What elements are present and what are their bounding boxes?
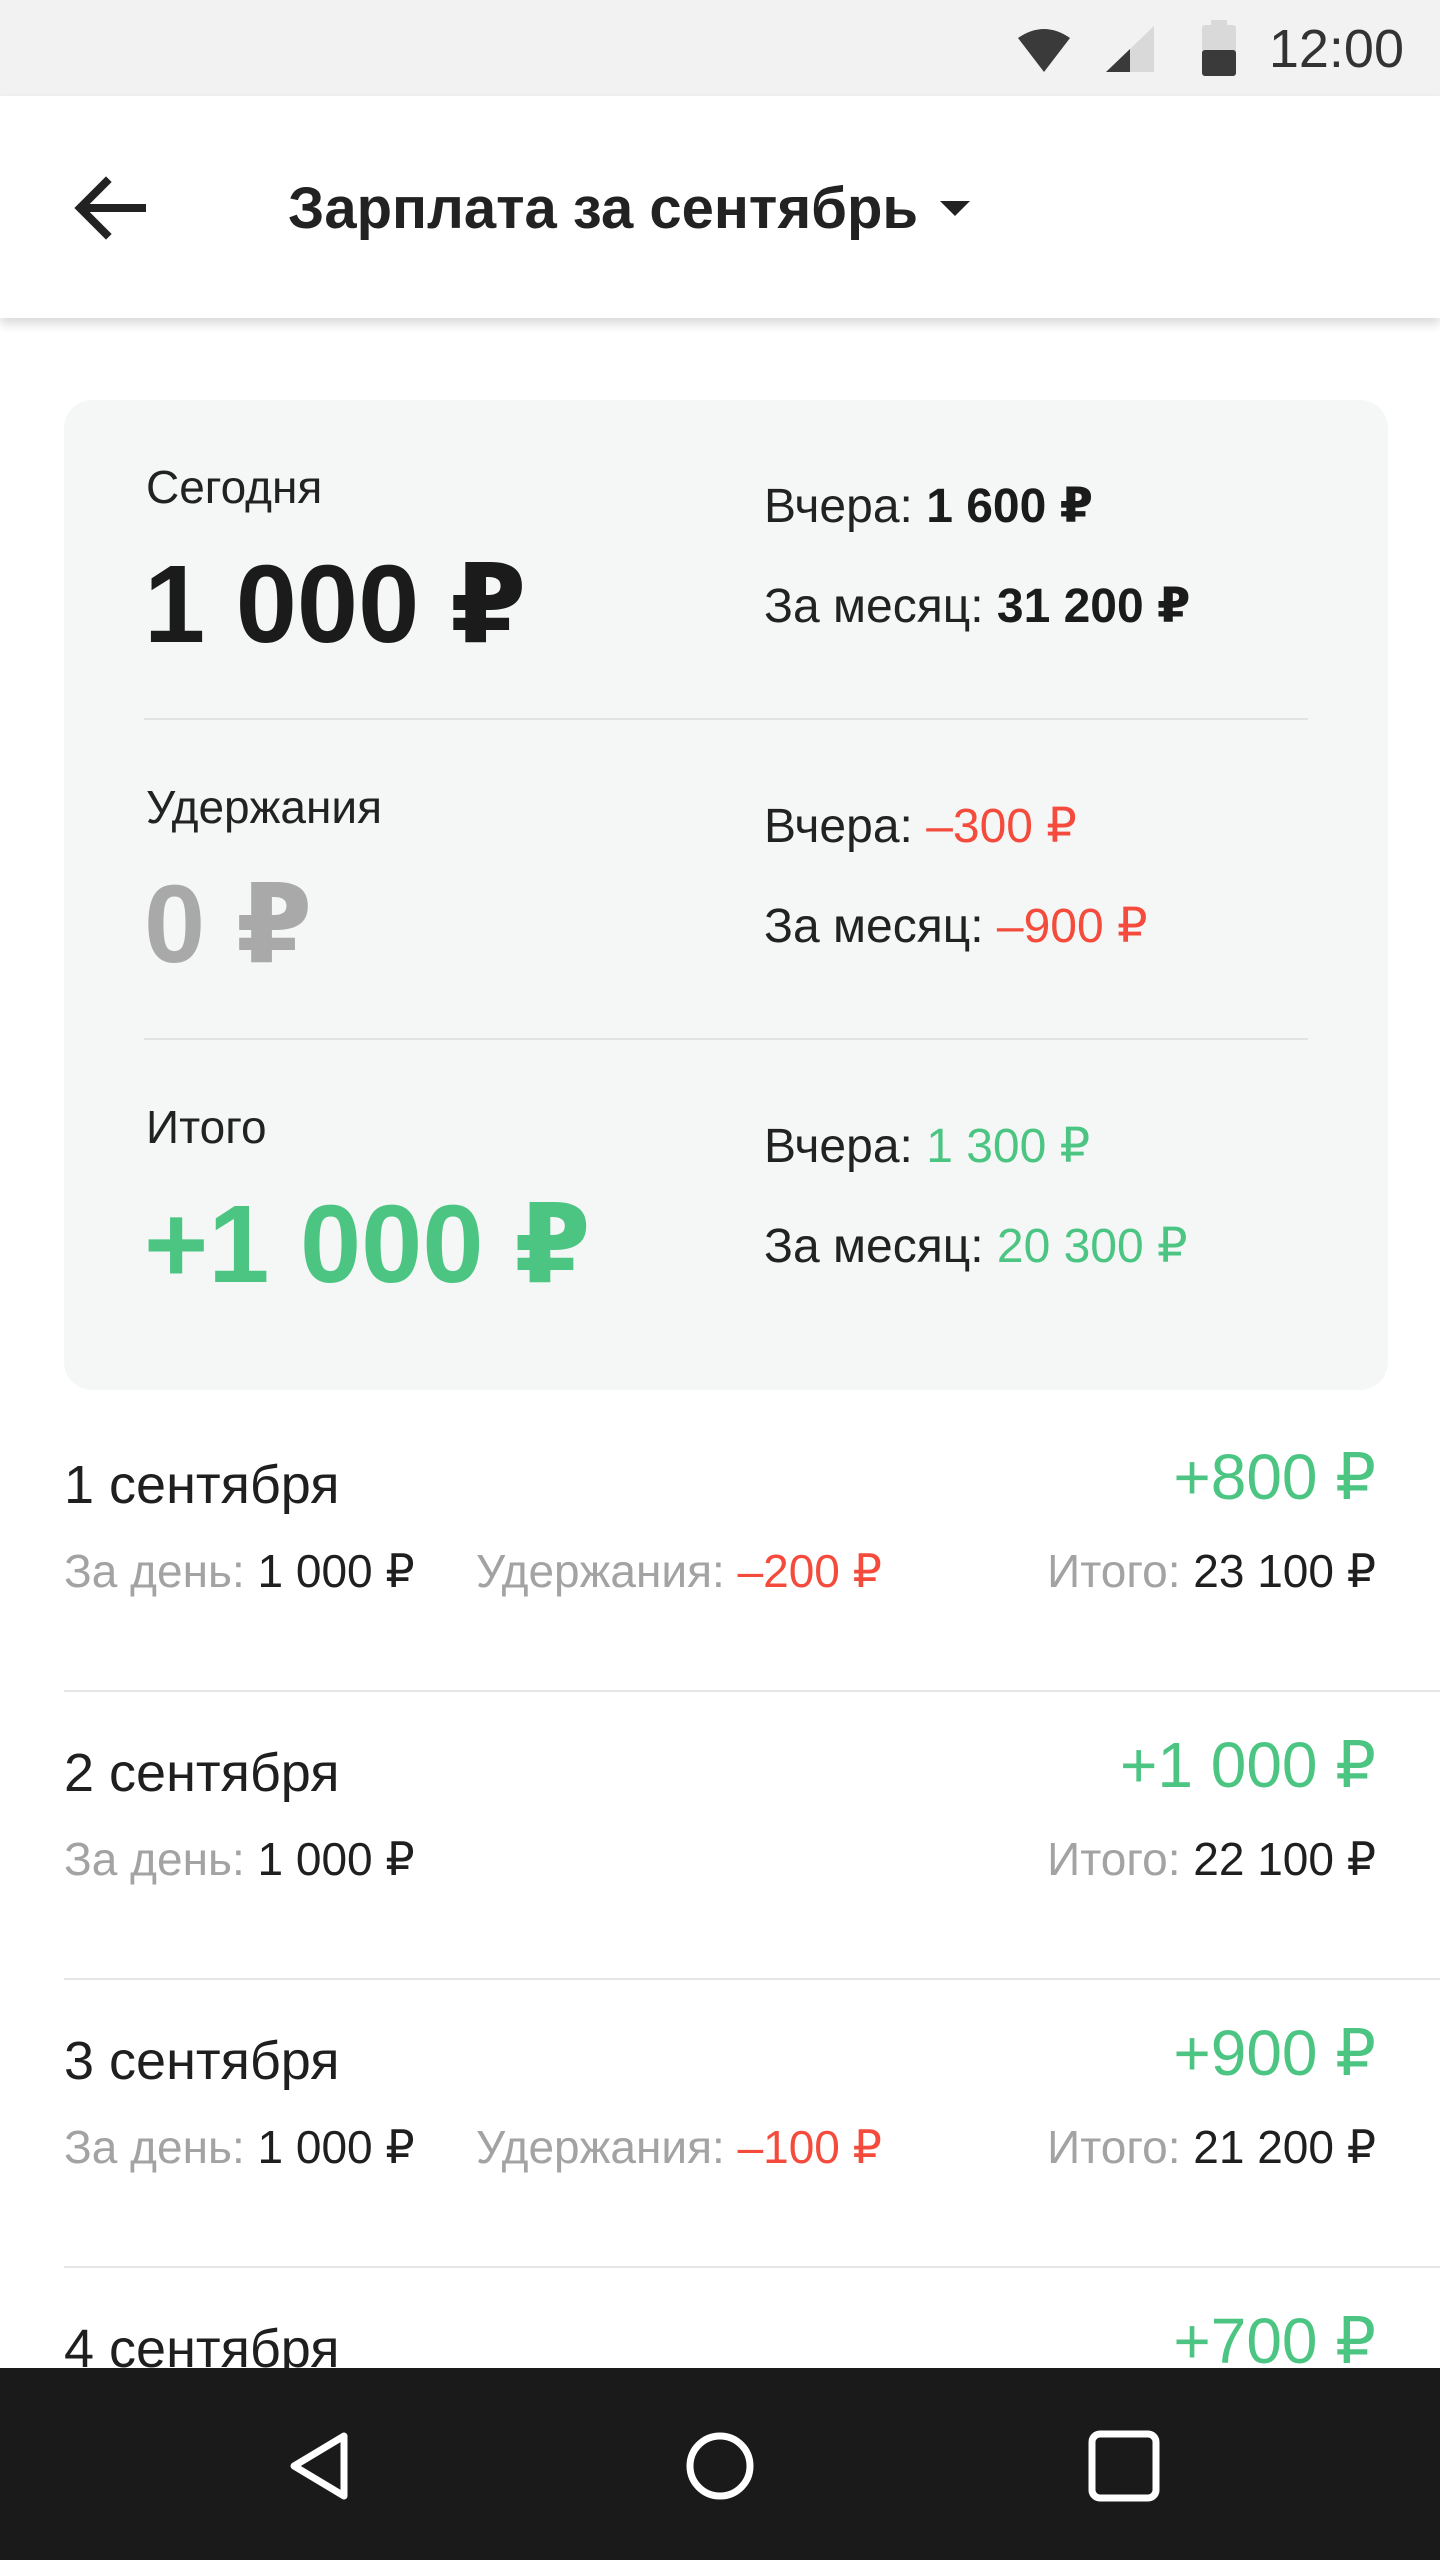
dropdown-caret-icon — [940, 200, 971, 216]
today-month: За месяц: 31 200 ₽ — [764, 578, 1190, 634]
day-total: +1 000 ₽ — [1119, 1729, 1376, 1801]
status-time: 12:00 — [1268, 19, 1404, 79]
system-nav-bar — [0, 2368, 1440, 2560]
day-earned: За день: 1 000 ₽ — [64, 1832, 415, 1886]
yesterday-label: Вчера: — [764, 480, 927, 533]
day-deductions-label: Удержания: — [476, 2121, 738, 2173]
day-deductions: Удержания: –100 ₽ — [476, 2120, 882, 2174]
day-total: +900 ₽ — [1173, 2017, 1376, 2089]
nav-back-button[interactable] — [278, 2424, 362, 2508]
total-amount: +1 000 ₽ — [144, 1183, 591, 1306]
today-yesterday: Вчера: 1 600 ₽ — [764, 478, 1093, 534]
month-value: 20 300 ₽ — [996, 1220, 1188, 1273]
total-label: Итого — [146, 1101, 267, 1153]
signal-icon — [1106, 26, 1154, 72]
total-yesterday: Вчера: 1 300 ₽ — [764, 1118, 1090, 1174]
summary-card: Сегодня 1 000 ₽ Вчера: 1 600 ₽ За месяц:… — [64, 400, 1388, 1390]
deductions-yesterday: Вчера: –300 ₽ — [764, 798, 1077, 854]
month-value: 31 200 ₽ — [996, 580, 1191, 633]
month-label: За месяц: — [764, 580, 997, 633]
day-deductions-value: –100 ₽ — [737, 2121, 882, 2173]
yesterday-label: Вчера: — [764, 800, 927, 853]
app-bar: Зарплата за сентябрь — [0, 96, 1440, 318]
day-earned-label: За день: — [64, 1833, 258, 1885]
yesterday-label: Вчера: — [764, 1120, 927, 1173]
month-value: –900 ₽ — [996, 900, 1148, 953]
day-row[interactable]: 2 сентября +1 000 ₽ За день: 1 000 ₽ Ито… — [64, 1692, 1440, 1980]
yesterday-value: 1 300 ₽ — [926, 1120, 1091, 1173]
day-sum-label: Итого: — [1047, 1545, 1194, 1597]
battery-icon — [1202, 20, 1236, 76]
page-title: Зарплата за сентябрь — [288, 175, 919, 241]
month-label: За месяц: — [764, 1220, 997, 1273]
day-earned: За день: 1 000 ₽ — [64, 2120, 415, 2174]
status-bar: 12:00 — [0, 0, 1440, 96]
deductions-amount: 0 ₽ — [144, 863, 313, 986]
day-deductions: Удержания: –200 ₽ — [476, 1544, 882, 1598]
nav-recents-button[interactable] — [1082, 2424, 1166, 2508]
nav-back-icon — [290, 2432, 348, 2500]
day-date: 3 сентября — [64, 2031, 340, 2091]
day-sum-label: Итого: — [1047, 2121, 1194, 2173]
deductions-month: За месяц: –900 ₽ — [764, 898, 1148, 954]
day-total: +800 ₽ — [1173, 1441, 1376, 1513]
summary-deductions: Удержания 0 ₽ Вчера: –300 ₽ За месяц: –9… — [64, 720, 1388, 1040]
wifi-icon — [1018, 29, 1070, 72]
day-earned: За день: 1 000 ₽ — [64, 1544, 415, 1598]
day-date: 1 сентября — [64, 1455, 340, 1515]
day-sum-value: 22 100 ₽ — [1193, 1833, 1376, 1885]
day-sum: Итого: 22 100 ₽ — [1047, 1832, 1376, 1886]
day-sum-label: Итого: — [1047, 1833, 1194, 1885]
back-button[interactable] — [64, 168, 160, 248]
nav-home-button[interactable] — [678, 2424, 762, 2508]
summary-today: Сегодня 1 000 ₽ Вчера: 1 600 ₽ За месяц:… — [64, 400, 1388, 720]
day-deductions-label: Удержания: — [476, 1545, 738, 1597]
today-label: Сегодня — [146, 461, 323, 513]
yesterday-value: 1 600 ₽ — [926, 480, 1094, 533]
day-row[interactable]: 1 сентября +800 ₽ За день: 1 000 ₽ Удерж… — [64, 1404, 1440, 1692]
day-earned-value: 1 000 ₽ — [257, 2121, 415, 2173]
today-amount: 1 000 ₽ — [144, 543, 527, 666]
day-earned-label: За день: — [64, 2121, 258, 2173]
day-earned-label: За день: — [64, 1545, 258, 1597]
yesterday-value: –300 ₽ — [926, 800, 1077, 853]
month-selector[interactable]: Зарплата за сентябрь — [288, 168, 971, 248]
day-sum: Итого: 21 200 ₽ — [1047, 2120, 1376, 2174]
day-sum: Итого: 23 100 ₽ — [1047, 1544, 1376, 1598]
day-date: 2 сентября — [64, 1743, 340, 1803]
day-row[interactable]: 3 сентября +900 ₽ За день: 1 000 ₽ Удерж… — [64, 1980, 1440, 2268]
total-month: За месяц: 20 300 ₽ — [764, 1218, 1188, 1274]
day-sum-value: 21 200 ₽ — [1193, 2121, 1376, 2173]
nav-recents-icon — [1088, 2430, 1160, 2502]
back-arrow-icon — [74, 176, 146, 240]
nav-home-icon — [686, 2432, 754, 2500]
day-earned-value: 1 000 ₽ — [257, 1833, 415, 1885]
day-deductions-value: –200 ₽ — [737, 1545, 882, 1597]
day-earned-value: 1 000 ₽ — [257, 1545, 415, 1597]
month-label: За месяц: — [764, 900, 997, 953]
deductions-label: Удержания — [146, 781, 382, 833]
summary-total: Итого +1 000 ₽ Вчера: 1 300 ₽ За месяц: … — [64, 1040, 1388, 1360]
day-sum-value: 23 100 ₽ — [1193, 1545, 1376, 1597]
